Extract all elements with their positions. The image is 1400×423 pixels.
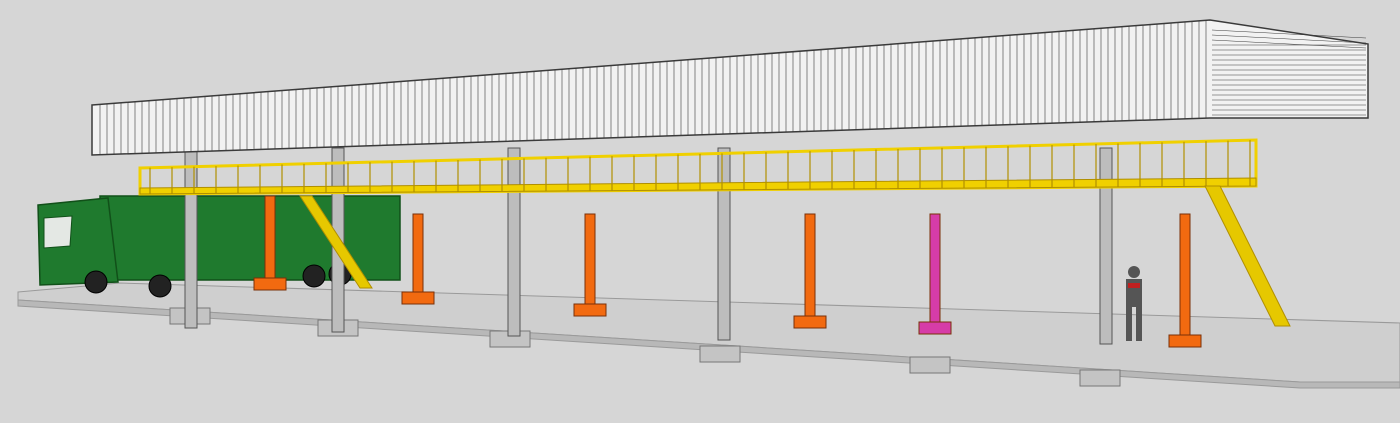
footing-3 (699, 345, 741, 363)
column-4 (1099, 147, 1113, 345)
support-base-1 (401, 291, 435, 305)
support-post-4 (929, 213, 941, 323)
person-leg-right (1136, 307, 1142, 341)
support-base-5 (1168, 334, 1202, 348)
support-base-4 (918, 321, 952, 335)
support-base-0 (253, 277, 287, 291)
truck-wheel-0 (84, 270, 108, 294)
slab-top (17, 282, 1400, 383)
support-post-5 (1179, 213, 1191, 336)
column-0 (184, 147, 198, 329)
column-3 (717, 147, 731, 341)
footing-5 (1079, 369, 1121, 387)
column-2 (507, 147, 521, 337)
person-leg-left (1126, 307, 1132, 341)
support-base-3 (793, 315, 827, 329)
person-head (1128, 266, 1140, 278)
green-truck (37, 195, 401, 298)
person-stripe (1128, 283, 1140, 288)
support-post-0 (264, 195, 276, 279)
truck-windshield (43, 215, 73, 249)
support-base-2 (573, 303, 607, 317)
support-post-1 (412, 213, 424, 293)
truck-wheel-2 (302, 264, 326, 288)
support-post-3 (804, 213, 816, 317)
industrial-loading-platform-render (0, 0, 1400, 423)
scene-svg (17, 19, 1400, 389)
truck-wheel-1 (148, 274, 172, 298)
stair-right (1204, 185, 1291, 327)
grated-canopy-roof (91, 19, 1369, 156)
footing-4 (909, 356, 951, 374)
support-post-2 (584, 213, 596, 305)
walkway-deck (139, 177, 1257, 195)
